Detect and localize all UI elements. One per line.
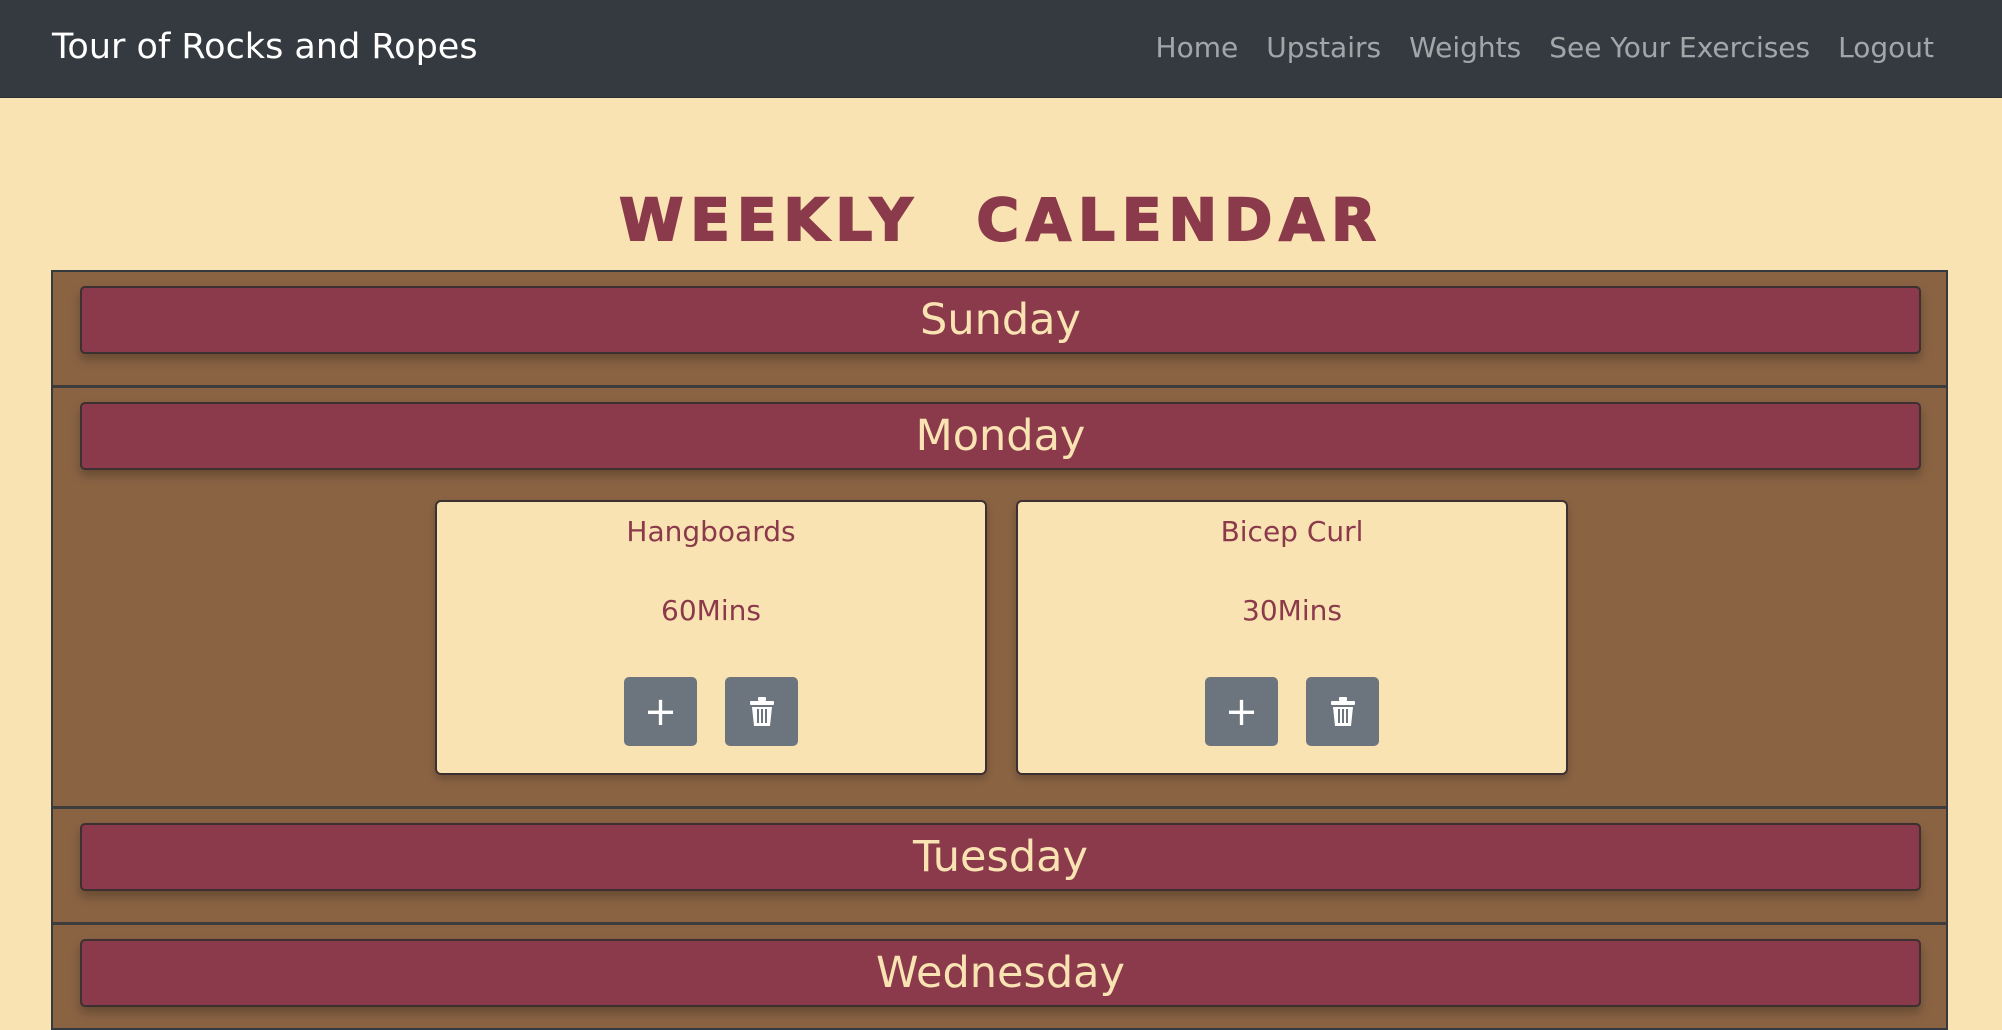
trash-icon <box>749 696 774 726</box>
nav-links: Home Upstairs Weights See Your Exercises… <box>1128 28 1934 68</box>
brand-link[interactable]: Tour of Rocks and Ropes <box>52 25 478 69</box>
nav-link-upstairs[interactable]: Upstairs <box>1266 28 1381 68</box>
exercise-name: Bicep Curl <box>1220 515 1364 548</box>
exercise-name: Hangboards <box>626 515 796 548</box>
delete-exercise-button[interactable] <box>725 677 798 746</box>
day-header-sunday[interactable]: Sunday <box>80 286 1921 354</box>
delete-exercise-button[interactable] <box>1306 677 1379 746</box>
nav-link-see-your-exercises[interactable]: See Your Exercises <box>1549 28 1810 68</box>
day-section-wednesday: Wednesday <box>53 925 1946 1028</box>
nav-link-logout[interactable]: Logout <box>1838 28 1934 68</box>
day-header-wednesday[interactable]: Wednesday <box>80 939 1921 1007</box>
exercise-duration: 60Mins <box>661 594 761 627</box>
day-header-monday[interactable]: Monday <box>80 402 1921 470</box>
add-exercise-button[interactable]: + <box>624 677 697 746</box>
nav-link-home[interactable]: Home <box>1156 28 1239 68</box>
weekly-calendar: Sunday Monday Hangboards 60Mins + Bicep … <box>51 270 1948 1030</box>
page-title: WEEKLY CALENDAR <box>618 185 1383 255</box>
day-section-tuesday: Tuesday <box>53 809 1946 925</box>
exercise-duration: 30Mins <box>1242 594 1342 627</box>
exercise-card-hangboards: Hangboards 60Mins + <box>435 500 987 775</box>
add-exercise-button[interactable]: + <box>1205 677 1278 746</box>
day-header-tuesday[interactable]: Tuesday <box>80 823 1921 891</box>
navbar: Tour of Rocks and Ropes Home Upstairs We… <box>0 0 2002 98</box>
trash-icon <box>1330 696 1355 726</box>
nav-link-weights[interactable]: Weights <box>1409 28 1521 68</box>
plus-icon: + <box>643 688 678 735</box>
plus-icon: + <box>1224 688 1259 735</box>
exercise-card-bicep-curl: Bicep Curl 30Mins + <box>1016 500 1568 775</box>
day-section-sunday: Sunday <box>53 272 1946 388</box>
day-section-monday: Monday Hangboards 60Mins + Bicep Curl 30… <box>53 388 1946 809</box>
